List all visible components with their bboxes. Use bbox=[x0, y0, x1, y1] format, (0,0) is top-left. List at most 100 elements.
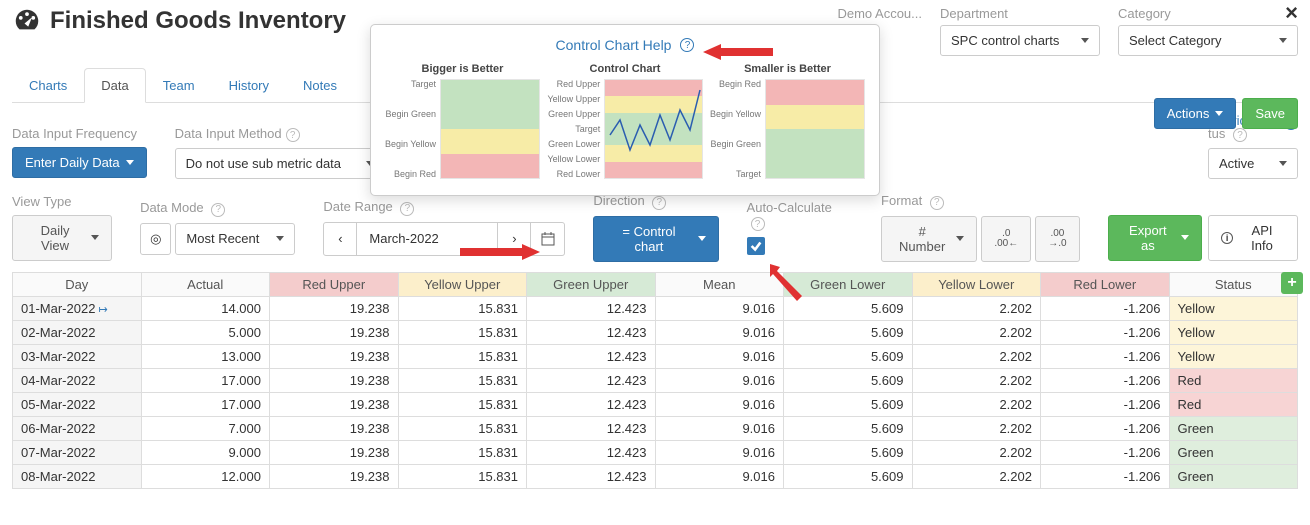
value-cell[interactable]: 19.238 bbox=[270, 320, 399, 344]
decrease-decimal-button[interactable]: .0.00← bbox=[981, 216, 1031, 262]
api-info-button[interactable]: i API Info bbox=[1208, 215, 1298, 261]
tab-history[interactable]: History bbox=[212, 68, 286, 102]
column-header[interactable]: Status bbox=[1169, 272, 1298, 296]
value-cell[interactable]: 5.609 bbox=[784, 392, 913, 416]
value-cell[interactable]: 2.202 bbox=[912, 392, 1041, 416]
tab-notes[interactable]: Notes bbox=[286, 68, 354, 102]
value-cell[interactable]: 2.202 bbox=[912, 464, 1041, 488]
value-cell[interactable]: 2.202 bbox=[912, 344, 1041, 368]
value-cell[interactable]: 12.423 bbox=[527, 296, 656, 320]
value-cell[interactable]: 12.423 bbox=[527, 440, 656, 464]
column-header[interactable]: Red Upper bbox=[270, 272, 399, 296]
value-cell[interactable]: 9.016 bbox=[655, 320, 784, 344]
table-row[interactable]: 08-Mar-202212.00019.23815.83112.4239.016… bbox=[13, 464, 1298, 488]
value-cell[interactable]: 12.423 bbox=[527, 320, 656, 344]
value-cell[interactable]: 5.609 bbox=[784, 320, 913, 344]
value-cell[interactable]: 5.609 bbox=[784, 344, 913, 368]
day-cell[interactable]: 06-Mar-2022 bbox=[13, 416, 142, 440]
value-cell[interactable]: 19.238 bbox=[270, 416, 399, 440]
table-row[interactable]: 07-Mar-20229.00019.23815.83112.4239.0165… bbox=[13, 440, 1298, 464]
value-cell[interactable]: 19.238 bbox=[270, 368, 399, 392]
value-cell[interactable]: 12.423 bbox=[527, 392, 656, 416]
save-button[interactable]: Save bbox=[1242, 98, 1298, 129]
value-cell[interactable]: 2.202 bbox=[912, 296, 1041, 320]
table-row[interactable]: 05-Mar-202217.00019.23815.83112.4239.016… bbox=[13, 392, 1298, 416]
export-button[interactable]: Export as bbox=[1108, 215, 1203, 261]
value-cell[interactable]: 19.238 bbox=[270, 296, 399, 320]
column-header[interactable]: Red Lower bbox=[1041, 272, 1170, 296]
value-cell[interactable]: 14.000 bbox=[141, 296, 270, 320]
value-cell[interactable]: 9.000 bbox=[141, 440, 270, 464]
input-method-select[interactable]: Do not use sub metric data bbox=[175, 148, 385, 179]
value-cell[interactable]: -1.206 bbox=[1041, 296, 1170, 320]
tab-charts[interactable]: Charts bbox=[12, 68, 84, 102]
day-cell[interactable]: 04-Mar-2022 bbox=[13, 368, 142, 392]
format-select[interactable]: # Number bbox=[881, 216, 977, 262]
value-cell[interactable]: 12.423 bbox=[527, 416, 656, 440]
control-chart-help-link[interactable]: Control Chart Help bbox=[556, 37, 672, 53]
value-cell[interactable]: -1.206 bbox=[1041, 416, 1170, 440]
column-header[interactable]: Yellow Upper bbox=[398, 272, 527, 296]
value-cell[interactable]: 15.831 bbox=[398, 344, 527, 368]
value-cell[interactable]: 19.238 bbox=[270, 464, 399, 488]
day-cell[interactable]: 05-Mar-2022 bbox=[13, 392, 142, 416]
value-cell[interactable]: 7.000 bbox=[141, 416, 270, 440]
value-cell[interactable]: 5.000 bbox=[141, 320, 270, 344]
actions-button[interactable]: Actions bbox=[1154, 98, 1237, 129]
table-row[interactable]: 04-Mar-202217.00019.23815.83112.4239.016… bbox=[13, 368, 1298, 392]
value-cell[interactable]: -1.206 bbox=[1041, 344, 1170, 368]
auto-calculate-checkbox[interactable] bbox=[747, 237, 765, 255]
value-cell[interactable]: 2.202 bbox=[912, 440, 1041, 464]
close-icon[interactable]: × bbox=[1285, 0, 1298, 26]
tab-data[interactable]: Data bbox=[84, 68, 145, 103]
column-header[interactable]: Mean bbox=[655, 272, 784, 296]
table-row[interactable]: 06-Mar-20227.00019.23815.83112.4239.0165… bbox=[13, 416, 1298, 440]
value-cell[interactable]: 9.016 bbox=[655, 392, 784, 416]
value-cell[interactable]: -1.206 bbox=[1041, 464, 1170, 488]
direction-button[interactable]: = Control chart bbox=[593, 216, 718, 262]
value-cell[interactable]: 15.831 bbox=[398, 464, 527, 488]
value-cell[interactable]: -1.206 bbox=[1041, 320, 1170, 344]
enter-daily-data-button[interactable]: Enter Daily Data bbox=[12, 147, 147, 178]
value-cell[interactable]: 15.831 bbox=[398, 440, 527, 464]
table-row[interactable]: 01-Mar-2022 ↦14.00019.23815.83112.4239.0… bbox=[13, 296, 1298, 320]
value-cell[interactable]: 15.831 bbox=[398, 392, 527, 416]
day-cell[interactable]: 01-Mar-2022 ↦ bbox=[13, 296, 142, 320]
value-cell[interactable]: 9.016 bbox=[655, 344, 784, 368]
tab-team[interactable]: Team bbox=[146, 68, 212, 102]
value-cell[interactable]: 12.423 bbox=[527, 368, 656, 392]
value-cell[interactable]: 5.609 bbox=[784, 440, 913, 464]
value-cell[interactable]: 5.609 bbox=[784, 464, 913, 488]
column-header[interactable]: Green Upper bbox=[527, 272, 656, 296]
value-cell[interactable]: 9.016 bbox=[655, 464, 784, 488]
value-cell[interactable]: 2.202 bbox=[912, 368, 1041, 392]
value-cell[interactable]: 5.609 bbox=[784, 368, 913, 392]
value-cell[interactable]: 2.202 bbox=[912, 416, 1041, 440]
prev-button[interactable]: ‹ bbox=[323, 222, 357, 256]
column-header[interactable]: Yellow Lower bbox=[912, 272, 1041, 296]
value-cell[interactable]: 13.000 bbox=[141, 344, 270, 368]
view-type-button[interactable]: Daily View bbox=[12, 215, 112, 261]
value-cell[interactable]: 9.016 bbox=[655, 368, 784, 392]
value-cell[interactable]: 12.423 bbox=[527, 464, 656, 488]
add-row-button[interactable]: + bbox=[1281, 272, 1303, 294]
day-cell[interactable]: 08-Mar-2022 bbox=[13, 464, 142, 488]
value-cell[interactable]: 9.016 bbox=[655, 416, 784, 440]
value-cell[interactable]: 15.831 bbox=[398, 416, 527, 440]
increase-decimal-button[interactable]: .00→.0 bbox=[1035, 216, 1079, 262]
value-cell[interactable]: 2.202 bbox=[912, 320, 1041, 344]
value-cell[interactable]: 17.000 bbox=[141, 392, 270, 416]
value-cell[interactable]: -1.206 bbox=[1041, 392, 1170, 416]
value-cell[interactable]: 9.016 bbox=[655, 440, 784, 464]
data-mode-select[interactable]: Most Recent bbox=[175, 223, 295, 255]
department-select[interactable]: SPC control charts bbox=[940, 25, 1100, 56]
table-row[interactable]: 02-Mar-20225.00019.23815.83112.4239.0165… bbox=[13, 320, 1298, 344]
value-cell[interactable]: 15.831 bbox=[398, 368, 527, 392]
value-cell[interactable]: 12.000 bbox=[141, 464, 270, 488]
status-select[interactable]: Active bbox=[1208, 148, 1298, 179]
table-row[interactable]: 03-Mar-202213.00019.23815.83112.4239.016… bbox=[13, 344, 1298, 368]
value-cell[interactable]: 15.831 bbox=[398, 296, 527, 320]
target-icon-button[interactable]: ◎ bbox=[140, 223, 171, 255]
value-cell[interactable]: 5.609 bbox=[784, 416, 913, 440]
day-cell[interactable]: 03-Mar-2022 bbox=[13, 344, 142, 368]
